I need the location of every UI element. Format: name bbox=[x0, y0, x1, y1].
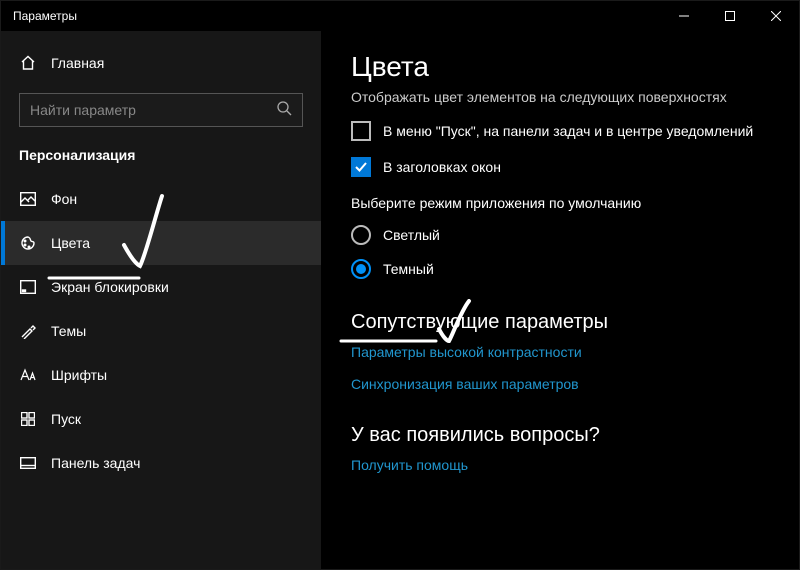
related-header: Сопутствующие параметры bbox=[351, 311, 769, 334]
start-icon bbox=[19, 412, 37, 426]
radio-light[interactable]: Светлый bbox=[351, 225, 769, 245]
sidebar-section-title: Персонализация bbox=[1, 141, 321, 177]
window-title: Параметры bbox=[1, 9, 661, 23]
close-button[interactable] bbox=[753, 1, 799, 31]
checkbox-start-taskbar[interactable]: В меню "Пуск", на панели задач и в центр… bbox=[351, 121, 769, 141]
home-button[interactable]: Главная bbox=[1, 43, 321, 83]
taskbar-icon bbox=[19, 457, 37, 469]
titlebar: Параметры bbox=[1, 1, 799, 31]
link-sync-settings[interactable]: Синхронизация ваших параметров bbox=[351, 376, 769, 392]
sidebar-item-themes[interactable]: Темы bbox=[1, 309, 321, 353]
sidebar-item-label: Цвета bbox=[51, 235, 90, 251]
lockscreen-icon bbox=[19, 280, 37, 294]
search-icon bbox=[276, 100, 292, 121]
minimize-button[interactable] bbox=[661, 1, 707, 31]
checkbox-checked-icon bbox=[351, 157, 371, 177]
sidebar-item-label: Панель задач bbox=[51, 455, 140, 471]
radio-label: Темный bbox=[383, 261, 434, 277]
sidebar-item-lockscreen[interactable]: Экран блокировки bbox=[1, 265, 321, 309]
palette-icon bbox=[19, 235, 37, 251]
home-label: Главная bbox=[51, 55, 104, 71]
sidebar-item-label: Фон bbox=[51, 191, 77, 207]
checkbox-icon bbox=[351, 121, 371, 141]
link-high-contrast[interactable]: Параметры высокой контрастности bbox=[351, 344, 769, 360]
checkbox-titlebars[interactable]: В заголовках окон bbox=[351, 157, 769, 177]
sidebar-item-label: Экран блокировки bbox=[51, 279, 169, 295]
checkbox-label: В заголовках окон bbox=[383, 159, 501, 175]
settings-window: Параметры Главная Персонал bbox=[0, 0, 800, 570]
sidebar-item-taskbar[interactable]: Панель задач bbox=[1, 441, 321, 485]
sidebar: Главная Персонализация Фон Цвета bbox=[1, 31, 321, 569]
radio-label: Светлый bbox=[383, 227, 440, 243]
radio-checked-icon bbox=[351, 259, 371, 279]
search-input[interactable] bbox=[30, 102, 276, 118]
content-pane: Цвета Отображать цвет элементов на следу… bbox=[321, 31, 799, 569]
search-box[interactable] bbox=[19, 93, 303, 127]
link-get-help[interactable]: Получить помощь bbox=[351, 457, 769, 473]
questions-header: У вас появились вопросы? bbox=[351, 424, 769, 447]
sidebar-item-start[interactable]: Пуск bbox=[1, 397, 321, 441]
checkbox-label: В меню "Пуск", на панели задач и в центр… bbox=[383, 123, 753, 139]
app-mode-label: Выберите режим приложения по умолчанию bbox=[351, 195, 769, 211]
sidebar-item-label: Шрифты bbox=[51, 367, 107, 383]
page-title: Цвета bbox=[351, 51, 769, 83]
fonts-icon bbox=[19, 368, 37, 382]
surfaces-label: Отображать цвет элементов на следующих п… bbox=[351, 89, 769, 105]
sidebar-item-background[interactable]: Фон bbox=[1, 177, 321, 221]
sidebar-item-colors[interactable]: Цвета bbox=[1, 221, 321, 265]
sidebar-nav: Фон Цвета Экран блокировки Темы Шрифты bbox=[1, 177, 321, 485]
sidebar-item-label: Пуск bbox=[51, 411, 81, 427]
radio-dark[interactable]: Темный bbox=[351, 259, 769, 279]
radio-icon bbox=[351, 225, 371, 245]
picture-icon bbox=[19, 192, 37, 206]
home-icon bbox=[19, 55, 37, 71]
window-body: Главная Персонализация Фон Цвета bbox=[1, 31, 799, 569]
sidebar-item-fonts[interactable]: Шрифты bbox=[1, 353, 321, 397]
sidebar-item-label: Темы bbox=[51, 323, 86, 339]
maximize-button[interactable] bbox=[707, 1, 753, 31]
themes-icon bbox=[19, 323, 37, 339]
